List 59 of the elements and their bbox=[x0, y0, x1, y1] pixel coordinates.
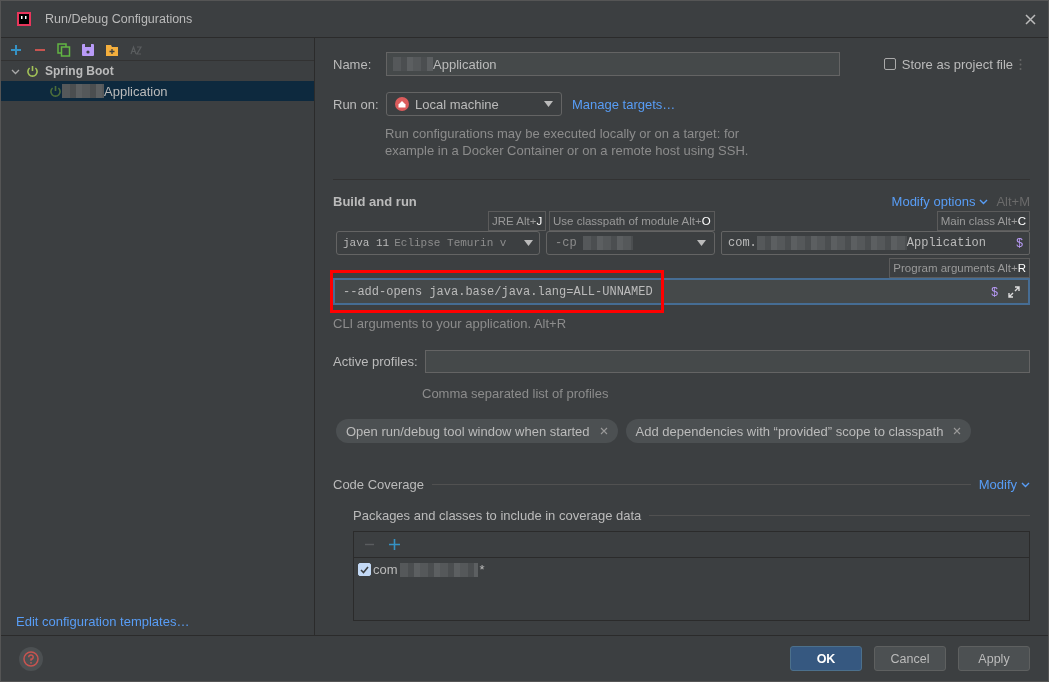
expand-icon[interactable] bbox=[1008, 285, 1020, 298]
power-icon bbox=[26, 64, 39, 78]
option-chip[interactable]: Open run/debug tool window when started bbox=[336, 419, 618, 443]
package-prefix: com bbox=[373, 562, 398, 577]
dialog-button[interactable]: Apply bbox=[958, 646, 1030, 671]
program-arguments-field[interactable]: --add-opens java.base/java.lang=ALL-UNNAMED $ bbox=[333, 278, 1030, 305]
shortcut-tooltip: Program arguments Alt+R bbox=[889, 258, 1030, 278]
active-profiles-label: Active profiles: bbox=[333, 354, 419, 369]
main-class-field[interactable]: com. Application $ bbox=[721, 231, 1030, 255]
program-arguments-hint: CLI arguments to your application. Alt+R bbox=[333, 315, 568, 332]
close-icon[interactable] bbox=[1025, 13, 1036, 25]
checkbox[interactable] bbox=[358, 563, 371, 576]
dialog-button[interactable]: Cancel bbox=[874, 646, 946, 671]
name-field[interactable]: Application bbox=[386, 52, 840, 76]
jre-dropdown[interactable]: java 11 Eclipse Temurin v bbox=[336, 231, 540, 255]
package-suffix: * bbox=[479, 562, 485, 577]
active-profiles-hint: Comma separated list of profiles bbox=[422, 385, 610, 402]
classpath-dropdown[interactable]: -cp bbox=[546, 231, 715, 255]
run-on-label: Run on: bbox=[333, 96, 380, 112]
edit-templates-link[interactable]: Edit configuration templates… bbox=[1, 614, 314, 635]
power-icon bbox=[49, 84, 62, 98]
section-title: Build and run bbox=[333, 194, 417, 209]
shortcut-tooltip: JRE Alt+J bbox=[488, 211, 547, 231]
app-logo-icon bbox=[17, 12, 31, 26]
name-label: Name: bbox=[333, 56, 373, 72]
window-title: Run/Debug Configurations bbox=[45, 12, 194, 26]
tree-group-label[interactable]: Spring Boot bbox=[45, 64, 114, 78]
chevron-down-icon[interactable] bbox=[979, 198, 989, 205]
shortcut-tooltip: Use classpath of module Alt+O bbox=[549, 211, 715, 231]
close-icon[interactable] bbox=[953, 427, 962, 435]
target-dropdown[interactable]: Local machine bbox=[386, 92, 562, 116]
shortcut-tooltip: Main class Alt+C bbox=[936, 211, 1030, 231]
caret-icon bbox=[524, 240, 533, 246]
packages-title: Packages and classes to include in coverage data bbox=[353, 508, 642, 523]
active-profiles-field[interactable] bbox=[425, 350, 1030, 373]
add-icon[interactable] bbox=[389, 539, 400, 550]
modify-link[interactable]: Modify bbox=[978, 477, 1017, 492]
home-icon bbox=[395, 97, 409, 111]
checkbox[interactable] bbox=[883, 58, 896, 70]
tree-item[interactable]: Application bbox=[1, 81, 314, 101]
run-on-hint: Run configurations may be executed locally or on a target: for example in a Docker Container or on a remote host using SSH. bbox=[385, 125, 750, 159]
new-folder-icon[interactable] bbox=[105, 43, 119, 57]
macro-icon[interactable]: $ bbox=[1016, 236, 1023, 250]
manage-targets-link[interactable]: Manage targets… bbox=[572, 96, 676, 112]
copy-icon[interactable] bbox=[57, 43, 71, 57]
caret-icon bbox=[544, 101, 553, 107]
caret-icon bbox=[697, 240, 706, 246]
save-icon[interactable] bbox=[81, 43, 95, 57]
redaction-mark bbox=[582, 236, 633, 250]
close-icon[interactable] bbox=[599, 427, 608, 435]
store-as-project-file-label: Store as project file bbox=[901, 56, 1013, 72]
help-icon[interactable] bbox=[19, 646, 43, 671]
add-icon[interactable] bbox=[9, 43, 23, 57]
dialog-button[interactable]: OK bbox=[790, 646, 862, 671]
macro-icon[interactable]: $ bbox=[991, 284, 998, 299]
chevron-down-icon[interactable] bbox=[1021, 481, 1030, 488]
option-chip[interactable]: Add dependencies with “provided” scope to classpath bbox=[625, 419, 972, 443]
section-title: Code Coverage bbox=[333, 477, 425, 492]
modify-options-link[interactable]: Modify options bbox=[891, 194, 976, 209]
